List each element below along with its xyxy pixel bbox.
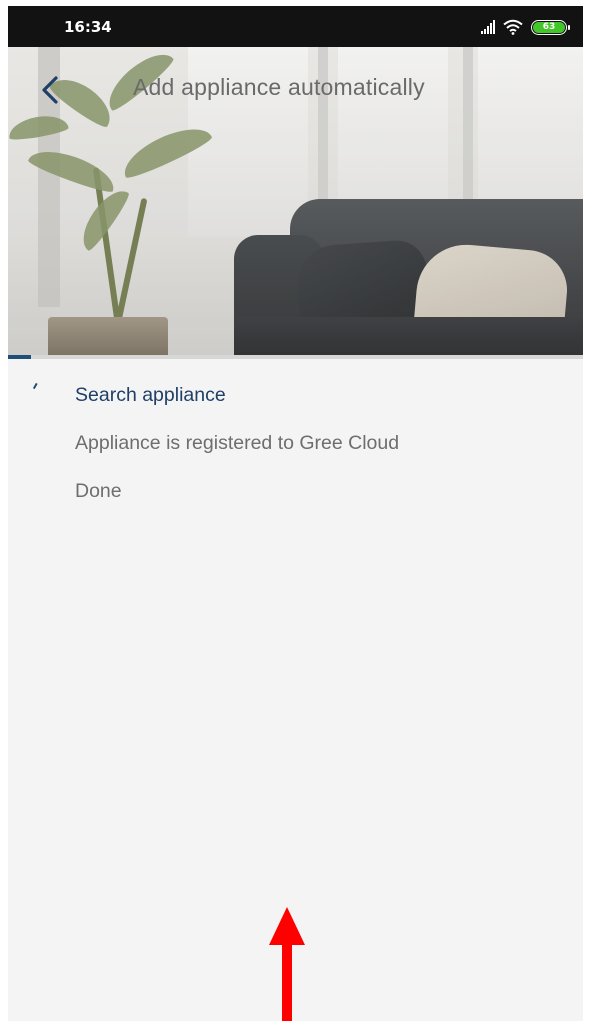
step-progress-icon — [32, 382, 42, 392]
page-title: Add appliance automatically — [133, 74, 425, 100]
wifi-icon — [503, 19, 523, 35]
step-done: Done — [8, 474, 583, 522]
app-screen: 16:34 63 Add appliance automatically Sea… — [8, 6, 583, 1021]
battery-icon: 63 — [531, 19, 570, 35]
progress-bar-fill — [8, 355, 31, 359]
step-label: Appliance is registered to Gree Cloud — [75, 432, 400, 454]
status-icons: 63 — [481, 17, 570, 37]
signal-bars-icon — [481, 20, 495, 34]
chevron-left-icon — [42, 76, 58, 104]
battery-level: 63 — [533, 21, 565, 33]
red-up-arrow-icon — [269, 907, 305, 1021]
steps-list: Search appliance Appliance is registered… — [8, 378, 583, 522]
progress-bar — [8, 355, 583, 359]
step-registered-to-cloud: Appliance is registered to Gree Cloud — [8, 426, 583, 474]
step-search-appliance: Search appliance — [8, 378, 583, 426]
step-label: Search appliance — [75, 384, 226, 406]
status-time: 16:34 — [64, 18, 112, 36]
status-bar: 16:34 63 — [8, 6, 583, 47]
back-button[interactable] — [30, 70, 70, 110]
step-label: Done — [75, 480, 122, 502]
